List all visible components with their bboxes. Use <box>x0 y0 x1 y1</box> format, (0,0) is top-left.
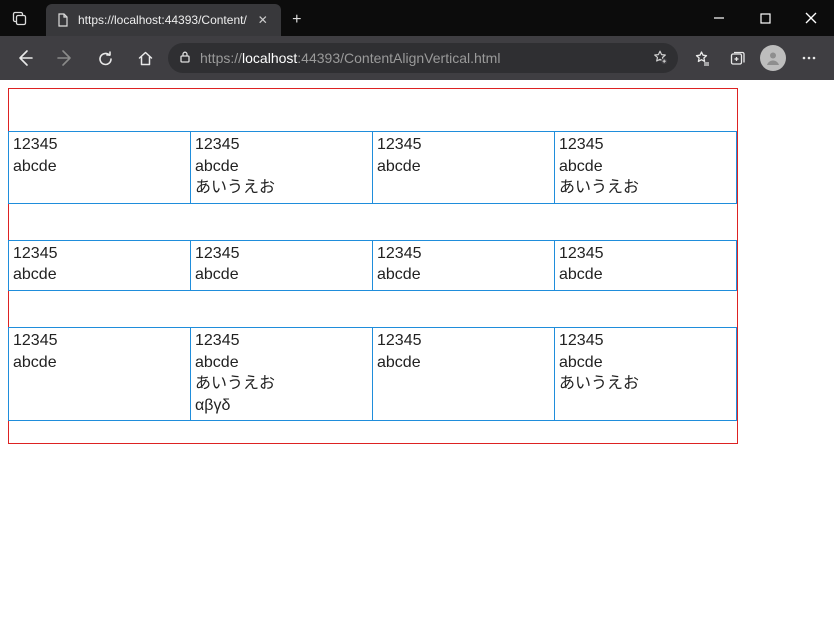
toolbar: https://localhost:44393/ContentAlignVert… <box>0 36 834 80</box>
maximize-icon <box>760 13 771 24</box>
cell-line: 12345 <box>377 134 550 156</box>
cell-line: abcde <box>13 264 186 286</box>
cell-line: あいうえお <box>195 177 368 199</box>
cell-line: abcde <box>377 264 550 286</box>
toolbar-right <box>684 42 826 74</box>
cell: 12345abcde <box>9 327 191 420</box>
arrow-left-icon <box>16 49 34 67</box>
cell-line: abcde <box>13 156 186 178</box>
window-controls <box>696 0 834 36</box>
cell-line: abcde <box>559 156 732 178</box>
refresh-button[interactable] <box>88 42 122 74</box>
browser-window: https://localhost:44393/Content/ ✕ + <box>0 0 834 622</box>
favorite-star-button[interactable] <box>652 49 668 68</box>
row-group: 12345abcde12345abcdeあいうえお12345abcde12345… <box>9 131 737 204</box>
row-group: 12345abcde12345abcdeあいうえおαβγδ12345abcde1… <box>9 327 737 421</box>
cell: 12345abcdeあいうえお <box>555 132 737 204</box>
collections-icon <box>729 50 746 67</box>
url-host: localhost <box>242 50 297 66</box>
cell-line: 12345 <box>559 134 732 156</box>
cell-line: 12345 <box>195 134 368 156</box>
tab-title: https://localhost:44393/Content/ <box>78 13 247 27</box>
cell: 12345abcde <box>191 240 373 290</box>
page-icon <box>56 13 70 27</box>
tabs-overview-icon <box>12 10 28 26</box>
refresh-icon <box>97 50 114 67</box>
cell: 12345abcdeあいうえお <box>555 327 737 420</box>
cell-line: abcde <box>377 156 550 178</box>
more-button[interactable] <box>792 42 826 74</box>
cell-line: あいうえお <box>195 373 368 395</box>
cell-line: 12345 <box>559 330 732 352</box>
avatar-icon <box>760 45 786 71</box>
tab-actions-button[interactable] <box>0 0 40 36</box>
cell-line: abcde <box>559 264 732 286</box>
profile-button[interactable] <box>756 42 790 74</box>
address-bar[interactable]: https://localhost:44393/ContentAlignVert… <box>168 43 678 73</box>
url-text: https://localhost:44393/ContentAlignVert… <box>200 50 644 66</box>
cell-line: あいうえお <box>559 373 732 395</box>
cell: 12345abcde <box>9 132 191 204</box>
minimize-icon <box>713 12 725 24</box>
cell-line: abcde <box>377 352 550 374</box>
close-icon <box>805 12 817 24</box>
cell-line: 12345 <box>13 243 186 265</box>
window-maximize-button[interactable] <box>742 0 788 36</box>
star-add-icon <box>652 49 668 65</box>
home-icon <box>137 50 154 67</box>
cell: 12345abcdeあいうえおαβγδ <box>191 327 373 420</box>
window-close-button[interactable] <box>788 0 834 36</box>
cell: 12345abcde <box>9 240 191 290</box>
cell-row: 12345abcde12345abcdeあいうえお12345abcde12345… <box>8 131 737 204</box>
new-tab-button[interactable]: + <box>281 4 313 36</box>
window-minimize-button[interactable] <box>696 0 742 36</box>
cell-line: αβγδ <box>195 395 368 417</box>
cell-line: 12345 <box>195 330 368 352</box>
titlebar: https://localhost:44393/Content/ ✕ + <box>0 0 834 36</box>
cell-row: 12345abcde12345abcde12345abcde12345abcde <box>8 240 737 291</box>
cell-line: 12345 <box>13 330 186 352</box>
cell: 12345abcdeあいうえお <box>191 132 373 204</box>
cell-line: 12345 <box>377 330 550 352</box>
url-protocol: https:// <box>200 50 242 66</box>
cell-line: 12345 <box>13 134 186 156</box>
forward-button[interactable] <box>48 42 82 74</box>
url-port: :44393 <box>297 50 340 66</box>
tab-strip: https://localhost:44393/Content/ ✕ + <box>40 0 696 36</box>
lock-icon <box>178 50 192 67</box>
home-button[interactable] <box>128 42 162 74</box>
row-group: 12345abcde12345abcde12345abcde12345abcde <box>9 240 737 291</box>
cell-line: あいうえお <box>559 177 732 199</box>
cell-line: abcde <box>195 264 368 286</box>
cell-line: abcde <box>195 156 368 178</box>
favorites-button[interactable] <box>684 42 718 74</box>
cell-row: 12345abcde12345abcdeあいうえおαβγδ12345abcde1… <box>8 327 737 421</box>
plus-icon: + <box>292 11 301 29</box>
cell-line: 12345 <box>377 243 550 265</box>
cell: 12345abcde <box>373 132 555 204</box>
url-path: /ContentAlignVertical.html <box>340 50 500 66</box>
ellipsis-icon <box>800 49 818 67</box>
back-button[interactable] <box>8 42 42 74</box>
cell-line: abcde <box>13 352 186 374</box>
star-lines-icon <box>693 50 710 67</box>
cell: 12345abcde <box>555 240 737 290</box>
collections-button[interactable] <box>720 42 754 74</box>
outer-container: 12345abcde12345abcdeあいうえお12345abcde12345… <box>8 88 738 444</box>
tab-current[interactable]: https://localhost:44393/Content/ ✕ <box>46 4 281 36</box>
cell-line: 12345 <box>195 243 368 265</box>
cell-line: abcde <box>195 352 368 374</box>
cell: 12345abcde <box>373 327 555 420</box>
cell-line: 12345 <box>559 243 732 265</box>
arrow-right-icon <box>56 49 74 67</box>
cell: 12345abcde <box>373 240 555 290</box>
tab-close-button[interactable]: ✕ <box>255 13 271 27</box>
cell-line: abcde <box>559 352 732 374</box>
page-viewport[interactable]: 12345abcde12345abcdeあいうえお12345abcde12345… <box>0 80 834 622</box>
